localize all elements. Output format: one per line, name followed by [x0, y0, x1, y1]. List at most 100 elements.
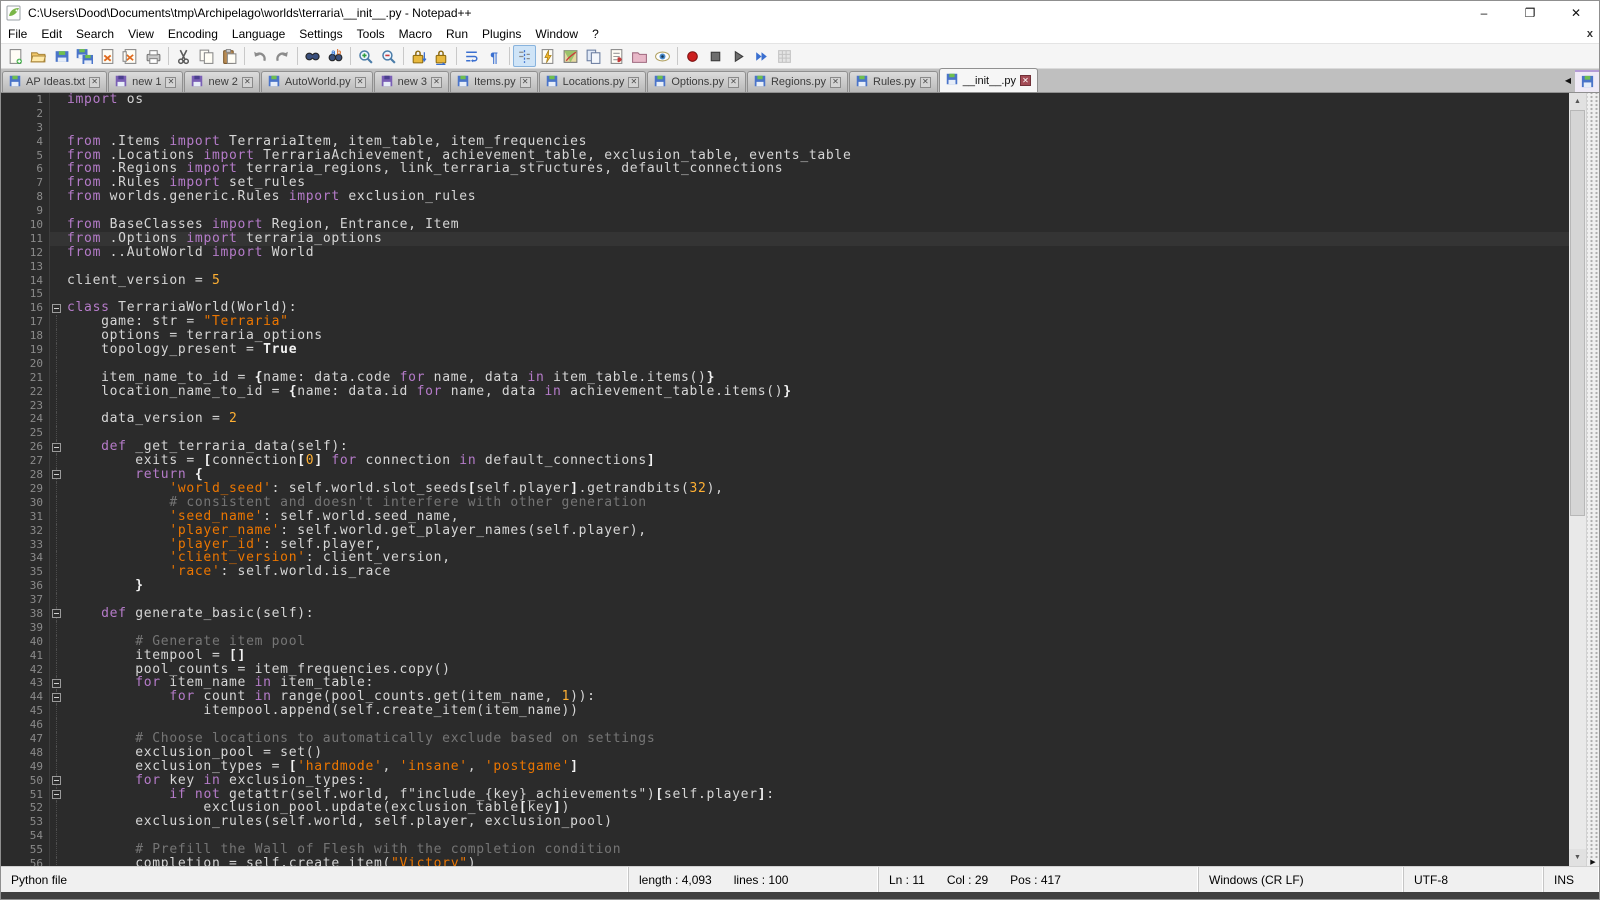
bookmark-margin[interactable]: [1, 371, 13, 385]
bookmark-margin[interactable]: [1, 788, 13, 802]
bookmark-margin[interactable]: [1, 857, 13, 866]
menu-item-tools[interactable]: Tools: [350, 26, 392, 42]
fold-margin[interactable]: [49, 593, 63, 607]
bookmark-margin[interactable]: [1, 607, 13, 621]
copy-button[interactable]: [195, 45, 218, 67]
macro-record-button[interactable]: [681, 45, 704, 67]
tab--init-py[interactable]: __init__.py✕: [939, 68, 1038, 92]
show-all-characters-button[interactable]: ¶: [483, 45, 506, 67]
code-text[interactable]: # Generate item pool: [63, 635, 1569, 649]
menu-item-edit[interactable]: Edit: [34, 26, 69, 42]
code-text[interactable]: for count in range(pool_counts.get(item_…: [63, 690, 1569, 704]
code-text[interactable]: [63, 426, 1569, 440]
fold-margin[interactable]: [49, 426, 63, 440]
scroll-up-icon[interactable]: ▲: [1569, 93, 1586, 110]
menu-item-macro[interactable]: Macro: [392, 26, 439, 42]
close-all-button[interactable]: [119, 45, 142, 67]
menubar-close-icon[interactable]: x: [1587, 28, 1593, 40]
fold-margin[interactable]: [49, 718, 63, 732]
scrollbar-thumb[interactable]: [1570, 110, 1585, 516]
code-text[interactable]: item_name_to_id = {name: data.code for n…: [63, 371, 1569, 385]
bookmark-margin[interactable]: [1, 162, 13, 176]
code-text[interactable]: from ..AutoWorld import World: [63, 246, 1569, 260]
fold-collapse-icon[interactable]: [52, 790, 61, 799]
tab-close-icon[interactable]: ✕: [355, 77, 366, 88]
sync-horizontal-scroll-button[interactable]: [430, 45, 453, 67]
user-defined-language-button[interactable]: [536, 45, 559, 67]
fold-collapse-icon[interactable]: [52, 776, 61, 785]
tab-close-icon[interactable]: ✕: [520, 77, 531, 88]
code-text[interactable]: 'race': self.world.is_race: [63, 565, 1569, 579]
fold-margin[interactable]: [49, 551, 63, 565]
tab-close-icon[interactable]: ✕: [1020, 75, 1031, 86]
tab-items-py[interactable]: Items.py✕: [450, 71, 538, 92]
code-text[interactable]: [63, 260, 1569, 274]
code-text[interactable]: pool_counts = item_frequencies.copy(): [63, 663, 1569, 677]
bookmark-margin[interactable]: [1, 649, 13, 663]
fold-margin[interactable]: [49, 121, 63, 135]
menu-item-settings[interactable]: Settings: [292, 26, 349, 42]
restore-button[interactable]: ❐: [1507, 1, 1553, 25]
bookmark-margin[interactable]: [1, 565, 13, 579]
tab-close-icon[interactable]: ✕: [165, 77, 176, 88]
fold-margin[interactable]: [49, 746, 63, 760]
find-button[interactable]: [301, 45, 324, 67]
fold-margin[interactable]: [49, 315, 63, 329]
fold-margin[interactable]: [49, 649, 63, 663]
menu-item-language[interactable]: Language: [225, 26, 292, 42]
bookmark-margin[interactable]: [1, 690, 13, 704]
bookmark-margin[interactable]: [1, 357, 13, 371]
bookmark-margin[interactable]: [1, 635, 13, 649]
bookmark-margin[interactable]: [1, 218, 13, 232]
bookmark-margin[interactable]: [1, 760, 13, 774]
tab-new-1[interactable]: new 1✕: [108, 71, 183, 92]
fold-margin[interactable]: [49, 204, 63, 218]
menu-item-window[interactable]: Window: [528, 26, 585, 42]
new-file-button[interactable]: [4, 45, 27, 67]
tab-close-icon[interactable]: ✕: [242, 77, 253, 88]
bookmark-margin[interactable]: [1, 538, 13, 552]
redo-button[interactable]: [271, 45, 294, 67]
fold-margin[interactable]: [49, 176, 63, 190]
tab-locations-py[interactable]: Locations.py✕: [539, 71, 647, 92]
bookmark-margin[interactable]: [1, 301, 13, 315]
fold-margin[interactable]: [49, 399, 63, 413]
fold-margin[interactable]: [49, 774, 63, 788]
bookmark-margin[interactable]: [1, 621, 13, 635]
fold-margin[interactable]: [49, 704, 63, 718]
tab-new-3[interactable]: new 3✕: [374, 71, 449, 92]
zoom-in-button[interactable]: [354, 45, 377, 67]
fold-margin[interactable]: [49, 524, 63, 538]
fold-margin[interactable]: [49, 440, 63, 454]
code-text[interactable]: from .Regions import terraria_regions, l…: [63, 162, 1569, 176]
tab-options-py[interactable]: Options.py✕: [647, 71, 746, 92]
bookmark-margin[interactable]: [1, 454, 13, 468]
bookmark-margin[interactable]: [1, 385, 13, 399]
fold-collapse-icon[interactable]: [52, 679, 61, 688]
splitter-expand-icon[interactable]: ▶: [1587, 858, 1599, 866]
bookmark-margin[interactable]: [1, 482, 13, 496]
bookmark-margin[interactable]: [1, 329, 13, 343]
tab-close-icon[interactable]: ✕: [431, 77, 442, 88]
code-text[interactable]: [63, 107, 1569, 121]
code-text[interactable]: for key in exclusion_types:: [63, 774, 1569, 788]
fold-margin[interactable]: [49, 246, 63, 260]
code-text[interactable]: def _get_terraria_data(self):: [63, 440, 1569, 454]
fold-margin[interactable]: [49, 412, 63, 426]
function-list-button[interactable]: [605, 45, 628, 67]
code-text[interactable]: [63, 621, 1569, 635]
bookmark-margin[interactable]: [1, 149, 13, 163]
close-file-button[interactable]: [96, 45, 119, 67]
fold-margin[interactable]: [49, 107, 63, 121]
code-text[interactable]: [63, 204, 1569, 218]
fold-collapse-icon[interactable]: [52, 609, 61, 618]
fold-margin[interactable]: [49, 663, 63, 677]
code-text[interactable]: [63, 718, 1569, 732]
bookmark-margin[interactable]: [1, 801, 13, 815]
code-text[interactable]: 'client_version': client_version,: [63, 551, 1569, 565]
paste-button[interactable]: [218, 45, 241, 67]
code-editor[interactable]: 1import os234from .Items import Terraria…: [1, 93, 1569, 866]
bookmark-margin[interactable]: [1, 746, 13, 760]
fold-margin[interactable]: [49, 843, 63, 857]
undo-button[interactable]: [248, 45, 271, 67]
